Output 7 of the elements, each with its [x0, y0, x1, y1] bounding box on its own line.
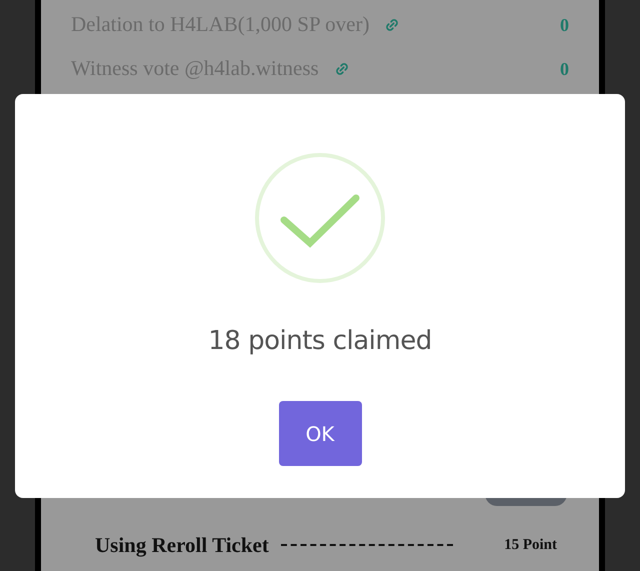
task-points: 0 [560, 58, 569, 80]
cost-label: Using Reroll Ticket [95, 532, 269, 559]
dialog-message: 18 points claimed [208, 325, 432, 358]
success-check-icon [254, 152, 386, 284]
task-points: 0 [560, 14, 569, 36]
ok-button[interactable]: OK [278, 401, 362, 466]
cost-points: 15 Point [504, 536, 557, 555]
